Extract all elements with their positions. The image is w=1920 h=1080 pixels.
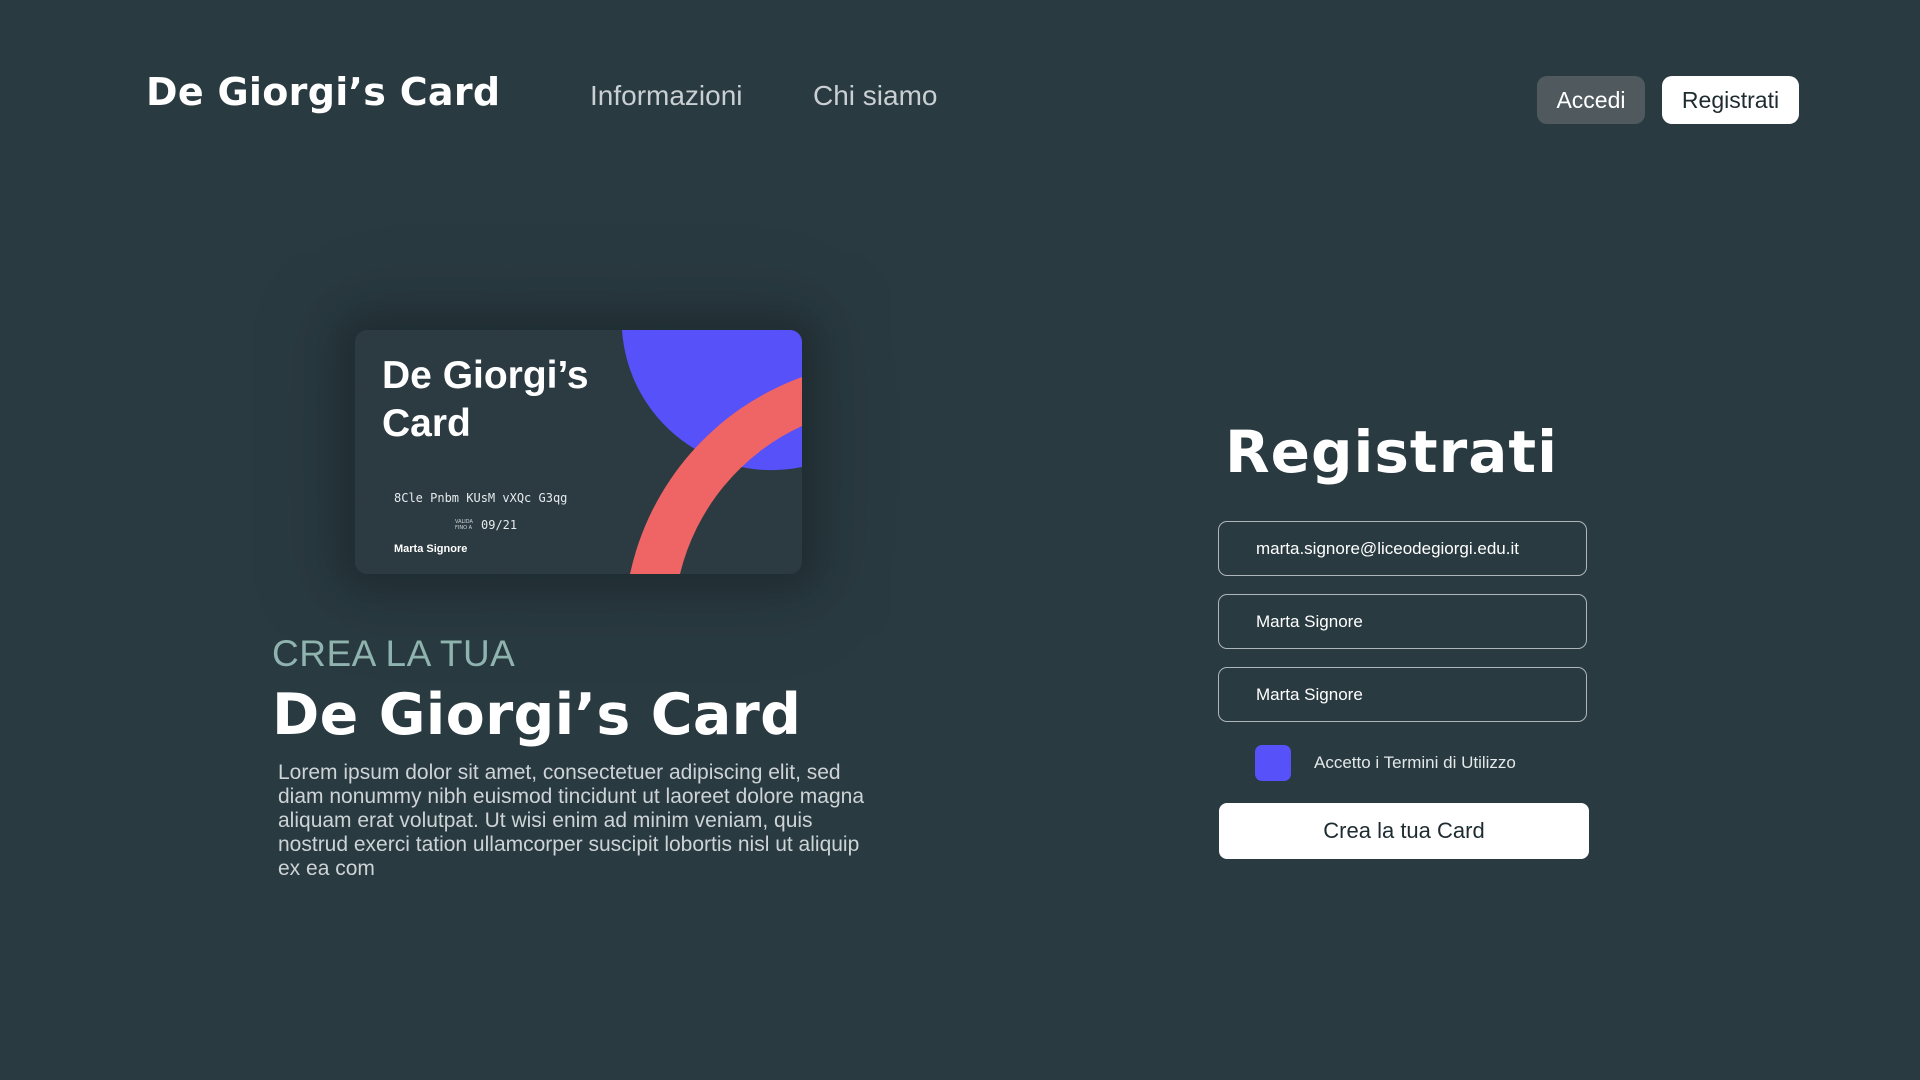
surname-field[interactable]	[1218, 667, 1587, 722]
card-number: 8Cle Pnbm KUsM vXQc G3qg	[394, 491, 568, 505]
page: De Giorgi’s Card Informazioni Chi siamo …	[0, 0, 1920, 1080]
card-valid-label: VALIDA FINO A	[455, 519, 473, 531]
terms-checkbox[interactable]	[1255, 745, 1291, 781]
card-holder-name: Marta Signore	[394, 543, 468, 555]
register-button[interactable]: Registrati	[1662, 76, 1799, 124]
site-logo[interactable]: De Giorgi’s Card	[146, 70, 500, 114]
card-preview: De Giorgi’s Card 8Cle Pnbm KUsM vXQc G3q…	[355, 330, 802, 574]
name-field[interactable]	[1218, 594, 1587, 649]
nav-link-chi-siamo[interactable]: Chi siamo	[813, 80, 937, 112]
card-title: De Giorgi’s Card	[382, 354, 589, 445]
hero-description: Lorem ipsum dolor sit amet, consectetuer…	[278, 761, 865, 880]
hero-title: De Giorgi’s Card	[272, 682, 802, 748]
login-button[interactable]: Accedi	[1537, 76, 1645, 124]
terms-checkbox-label[interactable]: Accetto i Termini di Utilizzo	[1314, 753, 1516, 773]
form-title: Registrati	[1225, 418, 1558, 486]
create-card-button[interactable]: Crea la tua Card	[1219, 803, 1589, 859]
nav-link-informazioni[interactable]: Informazioni	[590, 80, 743, 112]
card-expiry: 09/21	[481, 518, 518, 532]
hero-kicker: CREA LA TUA	[272, 633, 516, 674]
email-field[interactable]	[1218, 521, 1587, 576]
